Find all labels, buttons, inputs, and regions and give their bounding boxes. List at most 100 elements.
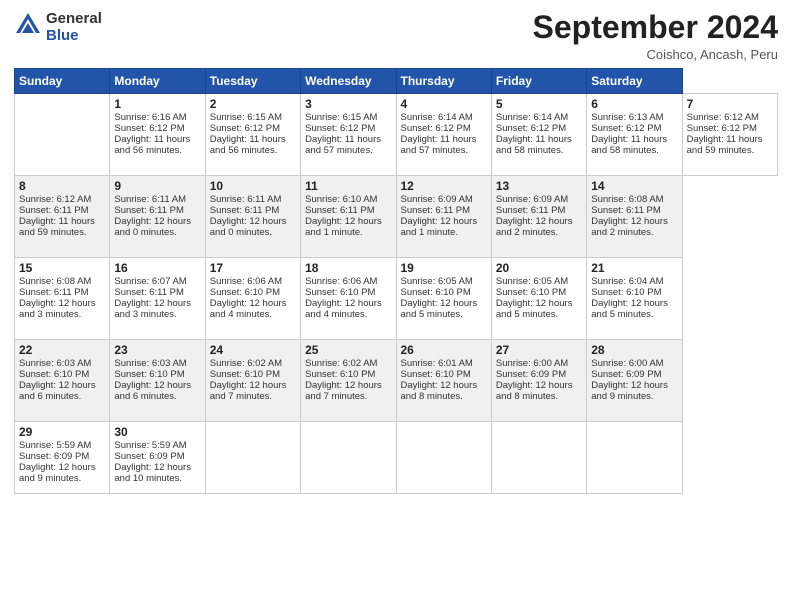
day-detail: Sunrise: 6:11 AM <box>210 194 296 205</box>
table-row: 21Sunrise: 6:04 AMSunset: 6:10 PMDayligh… <box>587 258 682 340</box>
day-detail: Sunrise: 6:00 AM <box>496 358 582 369</box>
day-detail: Daylight: 12 hours and 2 minutes. <box>496 216 582 238</box>
day-number: 24 <box>210 343 296 357</box>
day-detail: Daylight: 11 hours and 57 minutes. <box>305 134 391 156</box>
day-number: 26 <box>401 343 487 357</box>
day-detail: Sunset: 6:12 PM <box>687 123 773 134</box>
day-detail: Sunset: 6:09 PM <box>19 451 105 462</box>
day-detail: Sunset: 6:10 PM <box>305 369 391 380</box>
calendar-week-row: 29Sunrise: 5:59 AMSunset: 6:09 PMDayligh… <box>15 422 778 494</box>
day-detail: Sunset: 6:11 PM <box>19 205 105 216</box>
table-row: 3Sunrise: 6:15 AMSunset: 6:12 PMDaylight… <box>301 94 396 176</box>
day-detail: Sunset: 6:11 PM <box>305 205 391 216</box>
day-number: 12 <box>401 179 487 193</box>
table-row <box>205 422 300 494</box>
month-title: September 2024 <box>533 10 778 45</box>
table-row: 7Sunrise: 6:12 AMSunset: 6:12 PMDaylight… <box>682 94 777 176</box>
day-detail: Sunset: 6:10 PM <box>591 287 677 298</box>
day-detail: Daylight: 11 hours and 56 minutes. <box>114 134 200 156</box>
table-row: 4Sunrise: 6:14 AMSunset: 6:12 PMDaylight… <box>396 94 491 176</box>
table-row <box>396 422 491 494</box>
calendar-week-row: 22Sunrise: 6:03 AMSunset: 6:10 PMDayligh… <box>15 340 778 422</box>
day-detail: Sunrise: 5:59 AM <box>114 440 200 451</box>
day-number: 8 <box>19 179 105 193</box>
day-number: 23 <box>114 343 200 357</box>
day-number: 5 <box>496 97 582 111</box>
day-detail: Daylight: 11 hours and 56 minutes. <box>210 134 296 156</box>
day-detail: Sunset: 6:10 PM <box>496 287 582 298</box>
table-row <box>301 422 396 494</box>
day-number: 15 <box>19 261 105 275</box>
table-row: 10Sunrise: 6:11 AMSunset: 6:11 PMDayligh… <box>205 176 300 258</box>
table-row <box>15 94 110 176</box>
day-detail: Daylight: 12 hours and 0 minutes. <box>210 216 296 238</box>
table-row: 13Sunrise: 6:09 AMSunset: 6:11 PMDayligh… <box>491 176 586 258</box>
day-detail: Sunrise: 6:12 AM <box>19 194 105 205</box>
day-detail: Sunset: 6:11 PM <box>210 205 296 216</box>
table-row <box>587 422 682 494</box>
day-detail: Daylight: 12 hours and 2 minutes. <box>591 216 677 238</box>
day-detail: Sunrise: 6:11 AM <box>114 194 200 205</box>
day-detail: Sunset: 6:12 PM <box>591 123 677 134</box>
day-detail: Sunrise: 6:12 AM <box>687 112 773 123</box>
day-detail: Sunset: 6:10 PM <box>210 369 296 380</box>
col-thursday: Thursday <box>396 69 491 94</box>
table-row: 9Sunrise: 6:11 AMSunset: 6:11 PMDaylight… <box>110 176 205 258</box>
day-detail: Sunrise: 6:05 AM <box>401 276 487 287</box>
day-detail: Sunrise: 6:00 AM <box>591 358 677 369</box>
calendar-week-row: 1Sunrise: 6:16 AM Sunset: 6:12 PM Daylight… <box>15 94 778 176</box>
day-number: 22 <box>19 343 105 357</box>
day-detail: Sunset: 6:11 PM <box>19 287 105 298</box>
day-detail: Daylight: 12 hours and 1 minute. <box>305 216 391 238</box>
day-detail: Sunset: 6:10 PM <box>19 369 105 380</box>
day-detail: Daylight: 12 hours and 3 minutes. <box>114 298 200 320</box>
day-detail: Daylight: 12 hours and 3 minutes. <box>19 298 105 320</box>
col-tuesday: Tuesday <box>205 69 300 94</box>
day-detail: Sunrise: 6:07 AM <box>114 276 200 287</box>
day-number: 28 <box>591 343 677 357</box>
day-detail: Sunrise: 6:16 AM <box>114 112 200 123</box>
day-number: 17 <box>210 261 296 275</box>
table-row: 23Sunrise: 6:03 AMSunset: 6:10 PMDayligh… <box>110 340 205 422</box>
day-number: 21 <box>591 261 677 275</box>
day-detail: Sunset: 6:09 PM <box>496 369 582 380</box>
table-row: 30Sunrise: 5:59 AMSunset: 6:09 PMDayligh… <box>110 422 205 494</box>
table-row: 26Sunrise: 6:01 AMSunset: 6:10 PMDayligh… <box>396 340 491 422</box>
table-row: 16Sunrise: 6:07 AMSunset: 6:11 PMDayligh… <box>110 258 205 340</box>
day-detail: Sunset: 6:09 PM <box>591 369 677 380</box>
table-row: 24Sunrise: 6:02 AMSunset: 6:10 PMDayligh… <box>205 340 300 422</box>
table-row: 11Sunrise: 6:10 AMSunset: 6:11 PMDayligh… <box>301 176 396 258</box>
day-detail: Sunrise: 6:09 AM <box>401 194 487 205</box>
table-row: 2Sunrise: 6:15 AMSunset: 6:12 PMDaylight… <box>205 94 300 176</box>
day-detail: Sunset: 6:12 PM <box>401 123 487 134</box>
day-detail: Sunset: 6:11 PM <box>591 205 677 216</box>
day-detail: Sunrise: 6:14 AM <box>401 112 487 123</box>
col-monday: Monday <box>110 69 205 94</box>
day-detail: Sunrise: 5:59 AM <box>19 440 105 451</box>
day-detail: Sunset: 6:10 PM <box>305 287 391 298</box>
table-row: 20Sunrise: 6:05 AMSunset: 6:10 PMDayligh… <box>491 258 586 340</box>
col-saturday: Saturday <box>587 69 682 94</box>
day-detail: Daylight: 12 hours and 0 minutes. <box>114 216 200 238</box>
day-number: 7 <box>687 97 773 111</box>
logo-icon <box>14 11 42 39</box>
table-row: 15Sunrise: 6:08 AMSunset: 6:11 PMDayligh… <box>15 258 110 340</box>
day-detail: Daylight: 12 hours and 6 minutes. <box>19 380 105 402</box>
day-detail: Sunrise: 6:06 AM <box>210 276 296 287</box>
table-row: 27Sunrise: 6:00 AMSunset: 6:09 PMDayligh… <box>491 340 586 422</box>
day-detail: Sunrise: 6:06 AM <box>305 276 391 287</box>
logo: General Blue <box>14 10 102 45</box>
day-number: 9 <box>114 179 200 193</box>
day-number: 6 <box>591 97 677 111</box>
day-number: 27 <box>496 343 582 357</box>
day-detail: Sunrise: 6:08 AM <box>591 194 677 205</box>
day-number: 29 <box>19 425 105 439</box>
day-detail: Daylight: 12 hours and 5 minutes. <box>591 298 677 320</box>
day-number: 10 <box>210 179 296 193</box>
day-number: 13 <box>496 179 582 193</box>
day-detail: Sunrise: 6:15 AM <box>210 112 296 123</box>
day-detail: Sunset: 6:10 PM <box>210 287 296 298</box>
day-number: 30 <box>114 425 200 439</box>
day-detail: Daylight: 12 hours and 5 minutes. <box>401 298 487 320</box>
day-number: 1 <box>114 97 200 111</box>
